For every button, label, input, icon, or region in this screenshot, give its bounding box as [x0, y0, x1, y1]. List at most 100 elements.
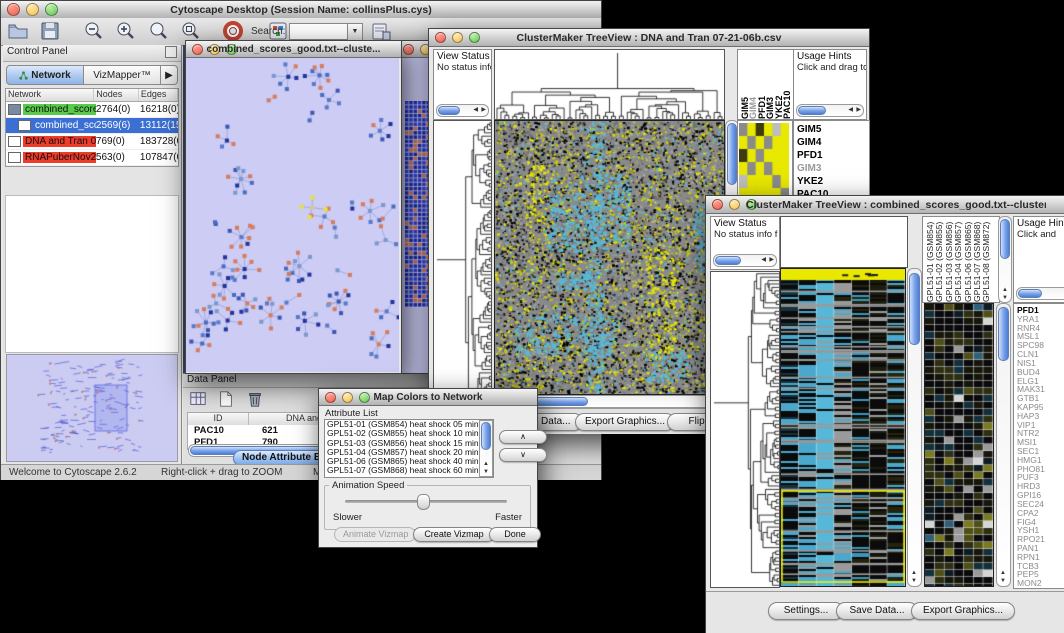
new-document-icon[interactable]	[217, 390, 235, 408]
tv2-column-labels-scrollbar[interactable]: ▲▼	[998, 216, 1012, 303]
tv2-heatmap[interactable]	[780, 268, 906, 587]
desktop: Cytoscape Desktop (Session Name: collins…	[0, 0, 1064, 633]
tab-network[interactable]: Network	[6, 65, 84, 85]
treeview1-titlebar[interactable]: ClusterMaker TreeView : DNA and Tran 07-…	[429, 29, 869, 47]
tv1-gene-label: YKE2	[797, 175, 869, 188]
tv1-usage-hints-scrollbar[interactable]: ◀▶	[796, 104, 864, 117]
network-view-canvas[interactable]	[186, 58, 399, 372]
network-name-label: DNA and Tran 07	[23, 136, 96, 147]
network-row-name: combined_scores	[6, 104, 96, 115]
search-input[interactable]	[289, 23, 349, 40]
save-icon[interactable]	[39, 20, 61, 42]
network-window-titlebar[interactable]: combined_scores_good.txt--cluste...	[186, 41, 401, 58]
tv2-gene-label: PAN1	[1017, 544, 1064, 553]
tv2-detail-heatmap[interactable]	[924, 303, 994, 587]
tv2-export-graphics-button[interactable]: Export Graphics...	[911, 602, 1015, 620]
tv2-row-dendrogram[interactable]	[710, 271, 780, 588]
tv2-column-label: GPL51-02 (GSM855)	[934, 220, 943, 302]
tv2-save-data-button[interactable]: Save Data...	[836, 602, 918, 620]
done-button[interactable]: Done	[489, 527, 541, 542]
tv1-usage-hints-text: Click and drag to	[794, 62, 866, 73]
tv2-heatmap-v-scrollbar[interactable]: ▲▼	[907, 268, 922, 587]
zoom-in-icon[interactable]	[115, 20, 137, 42]
network-overview-minimap[interactable]	[6, 354, 178, 462]
network-nodes-value: 2569(6)	[96, 120, 140, 131]
tv1-detail-matrix[interactable]	[739, 123, 789, 201]
move-down-button[interactable]: ∨	[499, 448, 547, 462]
animation-speed-slider-thumb[interactable]	[417, 494, 430, 510]
attribute-list-scrollbar[interactable]: ▲▼	[479, 420, 493, 477]
folder-icon	[8, 104, 21, 115]
control-panel-tabs: Network VizMapper™▶	[3, 62, 181, 87]
create-vizmap-button[interactable]: Create Vizmap	[413, 527, 495, 542]
map-dialog-titlebar[interactable]: Map Colors to Network	[319, 389, 537, 406]
network-nodes-value: 769(0)	[96, 136, 140, 147]
network-row[interactable]: RNAPuberNov2+563(0)107847(0)	[6, 150, 178, 166]
tv2-gene-label: RNR4	[1017, 324, 1064, 333]
network-col-header[interactable]: Network	[6, 89, 94, 101]
treeview2-titlebar[interactable]: ClusterMaker TreeView : combined_scores_…	[706, 196, 1064, 214]
help-lifering-icon[interactable]	[222, 20, 244, 42]
minimize-icon[interactable]	[729, 199, 740, 210]
tv1-row-dendrogram[interactable]	[433, 120, 492, 406]
network-nodes-value: 563(0)	[96, 152, 140, 163]
attribute-list[interactable]: GPL51-01 (GSM854) heat shock 05 minGPL51…	[324, 419, 494, 478]
float-panel-icon[interactable]	[165, 46, 177, 58]
trash-icon[interactable]	[246, 390, 264, 408]
attribute-list-label: Attribute List	[325, 408, 378, 419]
tv2-view-status-scrollbar[interactable]: ◀▶	[713, 254, 777, 267]
network-nodes-value: 2764(0)	[96, 104, 140, 115]
open-folder-icon[interactable]	[7, 20, 29, 42]
tab-label: Network	[31, 70, 70, 81]
zoom-fit-icon[interactable]	[148, 20, 170, 42]
network-row[interactable]: combined_scores2764(0)16218(0)	[6, 102, 178, 118]
tv2-settings-button[interactable]: Settings...	[768, 602, 844, 620]
tv1-heatmap[interactable]	[494, 120, 725, 395]
document-icon	[8, 136, 21, 147]
map-colors-dialog: Map Colors to Network Attribute List GPL…	[318, 388, 538, 548]
tv2-gene-label: HMG1	[1017, 456, 1064, 465]
network-tab-icon	[19, 71, 28, 80]
tab-[interactable]: ▶	[161, 65, 178, 85]
close-icon[interactable]	[712, 199, 723, 210]
network-row[interactable]: DNA and Tran 07769(0)183728(0)	[6, 134, 178, 150]
tv2-gene-label: NTR2	[1017, 429, 1064, 438]
tv2-usage-hints-text: Click and	[1014, 229, 1064, 240]
main-titlebar[interactable]: Cytoscape Desktop (Session Name: collins…	[1, 1, 601, 19]
tv2-column-dendrogram-area	[780, 216, 908, 268]
tv2-gene-label: MSI1	[1017, 438, 1064, 447]
tv1-gene-label: PFD1	[797, 149, 869, 162]
close-icon[interactable]	[403, 44, 414, 55]
tv2-gene-label: GPI16	[1017, 491, 1064, 500]
tv2-detail-v-scrollbar[interactable]: ▲▼	[996, 303, 1011, 587]
control-panel: Control Panel Network VizMapper™▶ Network…	[3, 45, 182, 464]
tv1-export-graphics-button[interactable]: Export Graphics...	[575, 413, 675, 431]
tv1-column-dendrogram[interactable]	[494, 49, 725, 120]
network-col-header[interactable]: Nodes	[94, 89, 139, 101]
move-up-button[interactable]: ∧	[499, 430, 547, 444]
tv2-usage-hints-scrollbar[interactable]	[1016, 287, 1064, 300]
tv2-gene-list[interactable]: PFD1YRA1RNR4MSL1SPC98CLN1NIS1BUD4ELG1MAK…	[1013, 303, 1064, 589]
tv1-detail-column-labels: GIM5GIM4PFD1GIM3YKE2PAC10	[737, 49, 795, 120]
control-panel-title: Control Panel	[7, 46, 68, 57]
table-icon[interactable]	[189, 390, 207, 408]
zoom-selected-icon[interactable]	[180, 20, 202, 42]
tv2-gene-label: SEC1	[1017, 447, 1064, 456]
tv2-gene-label: MON2	[1017, 579, 1064, 588]
attribute-list-item[interactable]: GPL51-07 (GSM868) heat shock 60 min	[325, 466, 493, 475]
zoom-out-icon[interactable]	[83, 20, 105, 42]
network-row[interactable]: combined_sco2569(6)13112(15)	[6, 118, 178, 134]
tv1-gene-label: GIM3	[797, 162, 869, 175]
animation-speed-group: Animation Speed Slower Faster	[324, 485, 531, 530]
network-name-label: RNAPuberNov2+	[23, 152, 96, 163]
tv1-usage-hints-title: Usage Hints	[794, 50, 866, 62]
network-edges-value: 183728(0)	[140, 136, 178, 147]
tab-vizmapper[interactable]: VizMapper™	[84, 65, 161, 85]
tv1-view-status-scrollbar[interactable]: ◀▶	[436, 104, 489, 117]
tv2-gene-label: SPC98	[1017, 341, 1064, 350]
data-col-id[interactable]: ID	[188, 413, 249, 425]
network-row-name: combined_sco	[6, 120, 96, 131]
network-tree-empty-area	[5, 195, 179, 353]
network-table: NetworkNodesEdgescombined_scores2764(0)1…	[5, 88, 179, 167]
network-col-header[interactable]: Edges	[139, 89, 178, 101]
